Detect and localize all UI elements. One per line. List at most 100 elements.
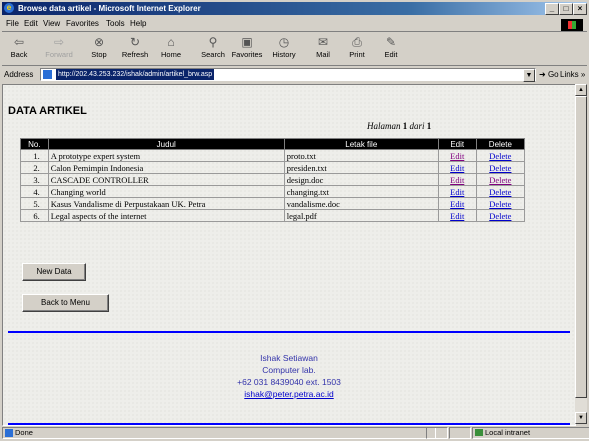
row-no: 4.	[20, 185, 49, 198]
browser-window: e Browse data artikel - Microsoft Intern…	[0, 0, 589, 441]
table-row: 3. CASCADE CONTROLLER design.doc Edit De…	[20, 173, 526, 186]
favorites-icon: ▣	[241, 35, 253, 49]
edit-link[interactable]: Edit	[450, 163, 464, 173]
forward-label: Forward	[45, 50, 73, 59]
divider-top	[8, 331, 570, 333]
table-row: 2. Calon Pemimpin Indonesia presiden.txt…	[20, 161, 526, 174]
refresh-label: Refresh	[121, 50, 149, 59]
status-text: Done	[2, 427, 436, 439]
zone-label: Local intranet	[485, 428, 531, 437]
row-judul: Changing world	[47, 185, 285, 198]
back-to-menu-button[interactable]: Back to Menu	[22, 294, 109, 312]
delete-link[interactable]: Delete	[489, 163, 511, 173]
links-button[interactable]: Links »	[560, 70, 585, 79]
favorites-label: Favorites	[231, 50, 263, 59]
refresh-button[interactable]: ↻ Refresh	[118, 35, 152, 59]
col-judul: Judul	[47, 138, 285, 150]
menu-edit[interactable]: Edit	[24, 19, 38, 28]
col-no: No.	[20, 138, 49, 150]
history-button[interactable]: ◷ History	[267, 35, 301, 59]
footer-email-row: ishak@peter.petra.ac.id	[3, 389, 575, 399]
intranet-icon	[475, 429, 483, 436]
page-icon	[43, 70, 52, 79]
edit-link[interactable]: Edit	[450, 199, 464, 209]
row-no: 2.	[20, 161, 49, 174]
footer-dept: Computer lab.	[262, 365, 316, 375]
forward-arrow-icon: ⇨	[53, 35, 65, 49]
forward-button[interactable]: ⇨ Forward	[42, 35, 76, 59]
history-icon: ◷	[278, 35, 290, 49]
ie-logo-icon: e	[4, 3, 14, 13]
go-button[interactable]: ➜ Go	[539, 70, 559, 79]
delete-link[interactable]: Delete	[489, 199, 511, 209]
row-file: presiden.txt	[283, 161, 439, 174]
menu-bar: File Edit View Favorites Tools Help	[2, 17, 587, 32]
scroll-thumb[interactable]	[575, 96, 587, 398]
home-button[interactable]: ⌂ Home	[154, 35, 188, 59]
row-file: vandalisme.doc	[283, 197, 439, 210]
close-button[interactable]: ×	[573, 3, 587, 15]
footer-email-link[interactable]: ishak@peter.petra.ac.id	[244, 389, 333, 399]
table-row: 6. Legal aspects of the internet legal.p…	[20, 209, 526, 222]
row-judul: Calon Pemimpin Indonesia	[47, 161, 285, 174]
articles-table: No. Judul Letak file Edit Delete 1. A pr…	[20, 138, 526, 222]
delete-link[interactable]: Delete	[489, 187, 511, 197]
print-button[interactable]: ⎙ Print	[340, 35, 374, 59]
menu-tools[interactable]: Tools	[106, 19, 125, 28]
row-judul: A prototype expert system	[47, 149, 285, 162]
scroll-up-icon[interactable]: ▲	[575, 84, 587, 96]
pager-total: 1	[426, 121, 432, 131]
links-label: Links	[560, 70, 579, 79]
footer-name: Ishak Setiawan	[260, 353, 318, 363]
stop-button[interactable]: ⊗ Stop	[82, 35, 116, 59]
back-button[interactable]: ⇦ Back	[2, 35, 36, 59]
menu-favorites[interactable]: Favorites	[66, 19, 99, 28]
table-row: 4. Changing world changing.txt Edit Dele…	[20, 185, 526, 198]
status-label: Done	[15, 428, 33, 437]
row-no: 5.	[20, 197, 49, 210]
edit-page-button[interactable]: ✎ Edit	[374, 35, 408, 59]
status-cell	[449, 427, 471, 439]
row-file: legal.pdf	[283, 209, 439, 222]
row-no: 1.	[20, 149, 49, 162]
address-bar: Address http://202.43.253.232/ishak/admi…	[2, 67, 587, 82]
edit-link[interactable]: Edit	[450, 187, 464, 197]
row-judul: Legal aspects of the internet	[47, 209, 285, 222]
delete-link[interactable]: Delete	[489, 175, 511, 185]
menu-file[interactable]: File	[6, 19, 19, 28]
menu-help[interactable]: Help	[130, 19, 146, 28]
printer-icon: ⎙	[352, 35, 362, 49]
table-row: 5. Kasus Vandalisme di Perpustakaan UK. …	[20, 197, 526, 210]
window-title: Browse data artikel - Microsoft Internet…	[18, 4, 201, 13]
mail-button[interactable]: ✉ Mail	[306, 35, 340, 59]
edit-page-label: Edit	[384, 50, 398, 59]
title-bar: e Browse data artikel - Microsoft Intern…	[2, 2, 587, 15]
scroll-down-icon[interactable]: ▼	[575, 412, 587, 424]
vertical-scrollbar[interactable]: ▲ ▼	[575, 84, 587, 424]
back-label: Back	[10, 50, 28, 59]
toolbar: ⇦ Back ⇨ Forward ⊗ Stop ↻ Refresh ⌂ Home…	[2, 33, 587, 66]
new-data-button[interactable]: New Data	[22, 263, 86, 281]
edit-link[interactable]: Edit	[450, 175, 464, 185]
address-url[interactable]: http://202.43.253.232/ishak/admin/artike…	[56, 69, 215, 80]
edit-link[interactable]: Edit	[450, 151, 464, 161]
address-dropdown-icon[interactable]: ▼	[523, 69, 535, 82]
delete-link[interactable]: Delete	[489, 151, 511, 161]
search-icon: ⚲	[208, 35, 218, 49]
search-label: Search	[201, 50, 225, 59]
col-edit: Edit	[437, 138, 477, 150]
pager-current: 1	[402, 121, 408, 131]
maximize-button[interactable]: □	[559, 3, 573, 15]
stop-label: Stop	[91, 50, 107, 59]
favorites-button[interactable]: ▣ Favorites	[230, 35, 264, 59]
address-input[interactable]: http://202.43.253.232/ishak/admin/artike…	[40, 68, 536, 82]
search-button[interactable]: ⚲ Search	[196, 35, 230, 59]
row-no: 6.	[20, 209, 49, 222]
security-zone: Local intranet	[472, 427, 589, 439]
delete-link[interactable]: Delete	[489, 211, 511, 221]
edit-link[interactable]: Edit	[450, 211, 464, 221]
row-judul: CASCADE CONTROLLER	[47, 173, 285, 186]
refresh-icon: ↻	[129, 35, 141, 49]
menu-view[interactable]: View	[43, 19, 60, 28]
minimize-button[interactable]: _	[545, 3, 559, 15]
